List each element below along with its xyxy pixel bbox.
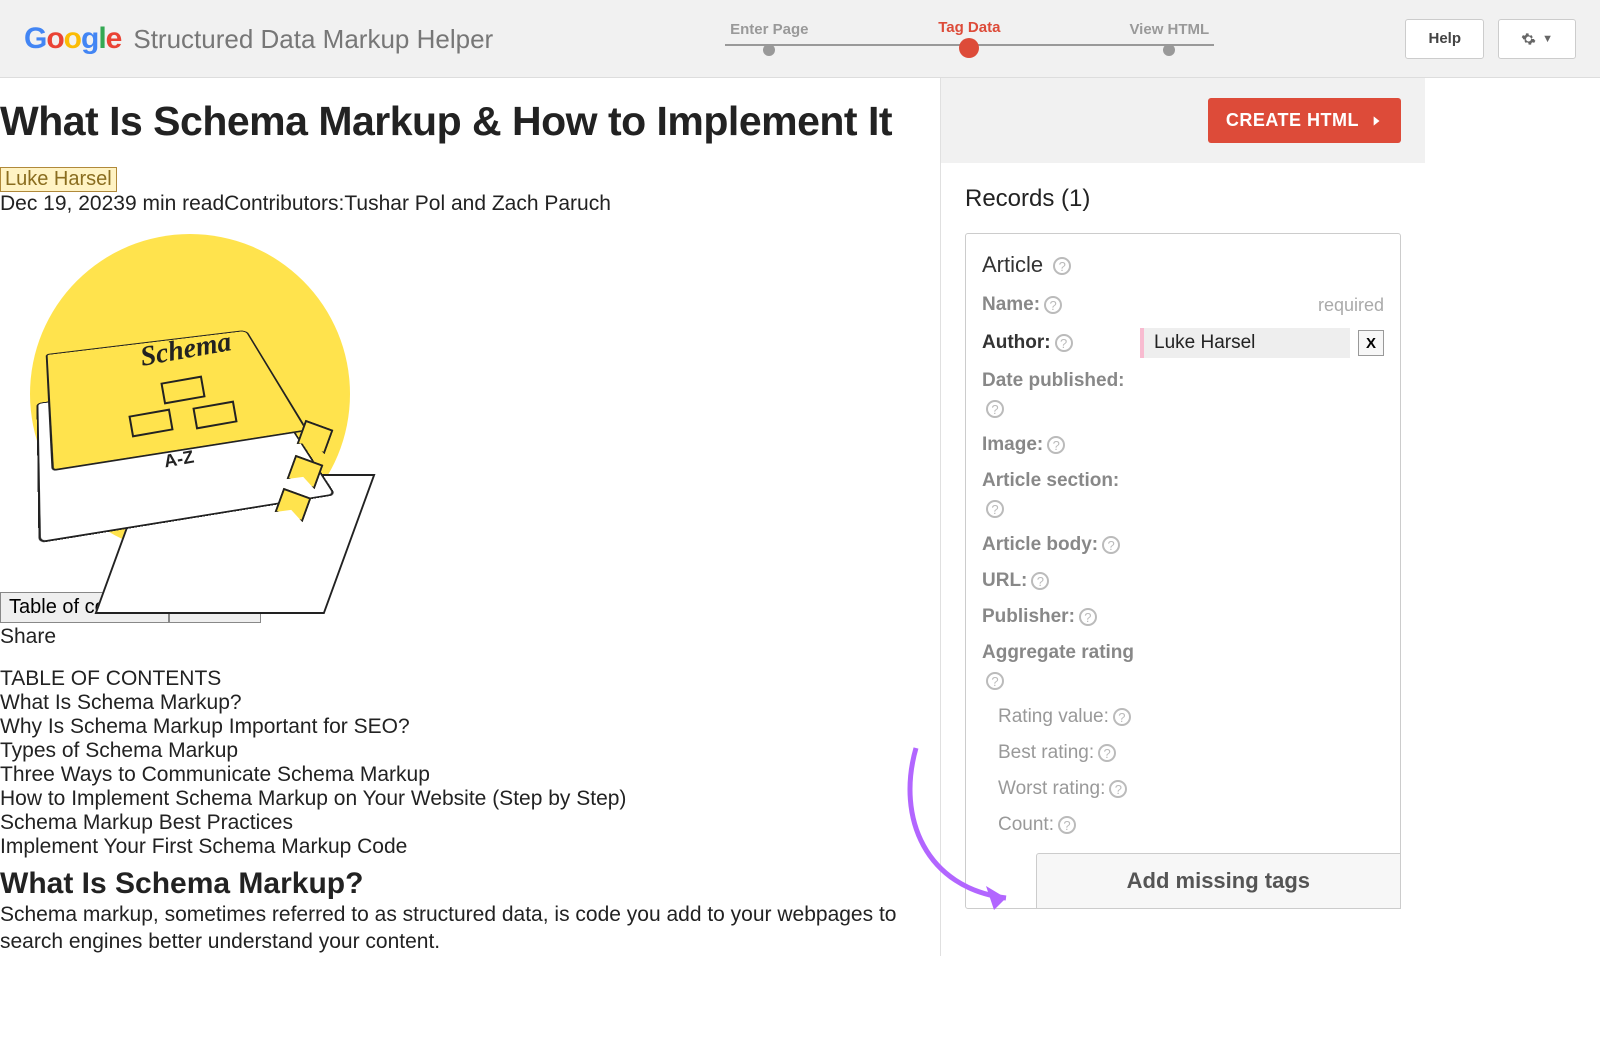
- app-title: Structured Data Markup Helper: [133, 24, 493, 55]
- record-type-label: Article: [982, 252, 1043, 277]
- help-icon[interactable]: ?: [986, 400, 1004, 418]
- create-html-button[interactable]: CREATE HTML: [1208, 98, 1401, 143]
- field-label: Count:: [998, 814, 1054, 836]
- create-html-label: CREATE HTML: [1226, 110, 1359, 131]
- toc-link[interactable]: What Is Schema Markup?: [0, 691, 940, 715]
- add-missing-tags-button[interactable]: Add missing tags: [1036, 853, 1401, 909]
- help-icon[interactable]: ?: [1047, 436, 1065, 454]
- step-line: [725, 44, 969, 46]
- help-button[interactable]: Help: [1405, 19, 1484, 59]
- share-text: Share: [0, 625, 940, 649]
- step-tag-data[interactable]: Tag Data: [869, 19, 1069, 58]
- field-label: Date published:: [982, 370, 1125, 392]
- records-box: Records (1) Article ? Name: ? required A…: [941, 163, 1425, 956]
- toc-link[interactable]: Why Is Schema Markup Important for SEO?: [0, 715, 940, 739]
- panel-header: CREATE HTML: [941, 78, 1425, 163]
- help-icon[interactable]: ?: [1102, 536, 1120, 554]
- field-label: Article section:: [982, 470, 1119, 492]
- help-icon[interactable]: ?: [986, 500, 1004, 518]
- toc-link[interactable]: How to Implement Schema Markup on Your W…: [0, 787, 940, 811]
- help-icon[interactable]: ?: [1031, 572, 1049, 590]
- field-publisher: Publisher: ?: [982, 604, 1384, 630]
- field-label: Aggregate rating: [982, 642, 1134, 664]
- records-panel: CREATE HTML Records (1) Article ? Name: …: [940, 78, 1425, 956]
- toc-link[interactable]: Schema Markup Best Practices: [0, 811, 940, 835]
- read-time: 9 min read: [125, 192, 224, 215]
- section-heading: What Is Schema Markup?: [0, 867, 940, 901]
- step-label: Tag Data: [938, 19, 1000, 36]
- app-header: Google Structured Data Markup Helper Ent…: [0, 0, 1600, 78]
- toc-link[interactable]: Types of Schema Markup: [0, 739, 940, 763]
- main-split: What Is Schema Markup & How to Implement…: [0, 78, 1600, 956]
- contributors-label: Contributors:: [224, 192, 344, 215]
- field-label: Name:: [982, 294, 1040, 316]
- chevron-down-icon: ▼: [1542, 33, 1553, 45]
- help-icon[interactable]: ?: [1079, 608, 1097, 626]
- help-icon[interactable]: ?: [1055, 334, 1073, 352]
- article-title: What Is Schema Markup & How to Implement…: [0, 98, 940, 145]
- field-label: Rating value:: [998, 706, 1109, 728]
- content-pane: What Is Schema Markup & How to Implement…: [0, 78, 940, 956]
- header-actions: Help ▼: [1405, 19, 1576, 59]
- field-label: Article body:: [982, 534, 1098, 556]
- field-article-body: Article body: ?: [982, 532, 1384, 558]
- field-name: Name: ? required: [982, 292, 1384, 318]
- logo-block: Google Structured Data Markup Helper: [24, 22, 493, 56]
- stepper: Enter Page Tag Data View HTML: [533, 19, 1405, 58]
- contributors: Tushar Pol and Zach Paruch: [344, 192, 611, 215]
- field-count: Count: ?: [982, 812, 1384, 838]
- field-value: Luke Harsel: [1140, 328, 1350, 358]
- step-line: [969, 44, 1213, 46]
- field-label: Publisher:: [982, 606, 1075, 628]
- chevron-right-icon: [1369, 113, 1383, 129]
- help-icon[interactable]: ?: [1113, 708, 1131, 726]
- toc-link[interactable]: Three Ways to Communicate Schema Markup: [0, 763, 940, 787]
- field-label: Best rating:: [998, 742, 1094, 764]
- toc-link[interactable]: Implement Your First Schema Markup Code: [0, 835, 940, 859]
- field-label: Image:: [982, 434, 1043, 456]
- field-best-rating: Best rating: ?: [982, 740, 1384, 766]
- hero-illustration: Schema A-Z: [0, 224, 380, 584]
- field-label: URL:: [982, 570, 1027, 592]
- record-type: Article ?: [982, 252, 1384, 278]
- remove-value-button[interactable]: X: [1358, 330, 1384, 356]
- step-dot-icon: [1163, 44, 1175, 56]
- toc-heading: TABLE OF CONTENTS: [0, 667, 940, 691]
- help-icon[interactable]: ?: [1044, 296, 1062, 314]
- article-date: Dec 19, 2023: [0, 192, 125, 215]
- step-dot-icon: [959, 38, 979, 58]
- step-label: View HTML: [1129, 21, 1209, 38]
- help-icon[interactable]: ?: [1109, 780, 1127, 798]
- field-rating-value: Rating value: ?: [982, 704, 1384, 730]
- field-aggregate-rating: Aggregate rating: [982, 640, 1384, 666]
- field-label: Author:: [982, 332, 1051, 354]
- field-date-published: Date published:: [982, 368, 1384, 394]
- field-image: Image: ?: [982, 432, 1384, 458]
- field-article-section: Article section:: [982, 468, 1384, 494]
- record-card: Article ? Name: ? required Author: ? Luk…: [965, 233, 1401, 909]
- gear-icon: [1521, 29, 1536, 49]
- field-label: Worst rating:: [998, 778, 1105, 800]
- field-url: URL: ?: [982, 568, 1384, 594]
- help-icon[interactable]: ?: [1058, 816, 1076, 834]
- field-author: Author: ? Luke Harsel X: [982, 328, 1384, 358]
- required-indicator: required: [1318, 295, 1384, 316]
- field-worst-rating: Worst rating: ?: [982, 776, 1384, 802]
- settings-button[interactable]: ▼: [1498, 19, 1576, 59]
- field-article-section-help: ?: [982, 496, 1384, 522]
- google-logo: Google: [24, 22, 121, 56]
- step-label: Enter Page: [730, 21, 808, 38]
- step-dot-icon: [763, 44, 775, 56]
- help-icon[interactable]: ?: [1053, 257, 1071, 275]
- field-aggregate-help: ?: [982, 668, 1384, 694]
- article-meta: Dec 19, 20239 min readContributors:Tusha…: [0, 192, 940, 216]
- help-icon[interactable]: ?: [986, 672, 1004, 690]
- step-enter-page[interactable]: Enter Page: [669, 21, 869, 56]
- body-paragraph: Schema markup, sometimes referred to as …: [0, 901, 900, 956]
- records-title: Records (1): [965, 185, 1401, 213]
- author-highlight[interactable]: Luke Harsel: [0, 167, 117, 192]
- help-icon[interactable]: ?: [1098, 744, 1116, 762]
- field-date-published-help: ?: [982, 396, 1384, 422]
- step-view-html[interactable]: View HTML: [1069, 21, 1269, 56]
